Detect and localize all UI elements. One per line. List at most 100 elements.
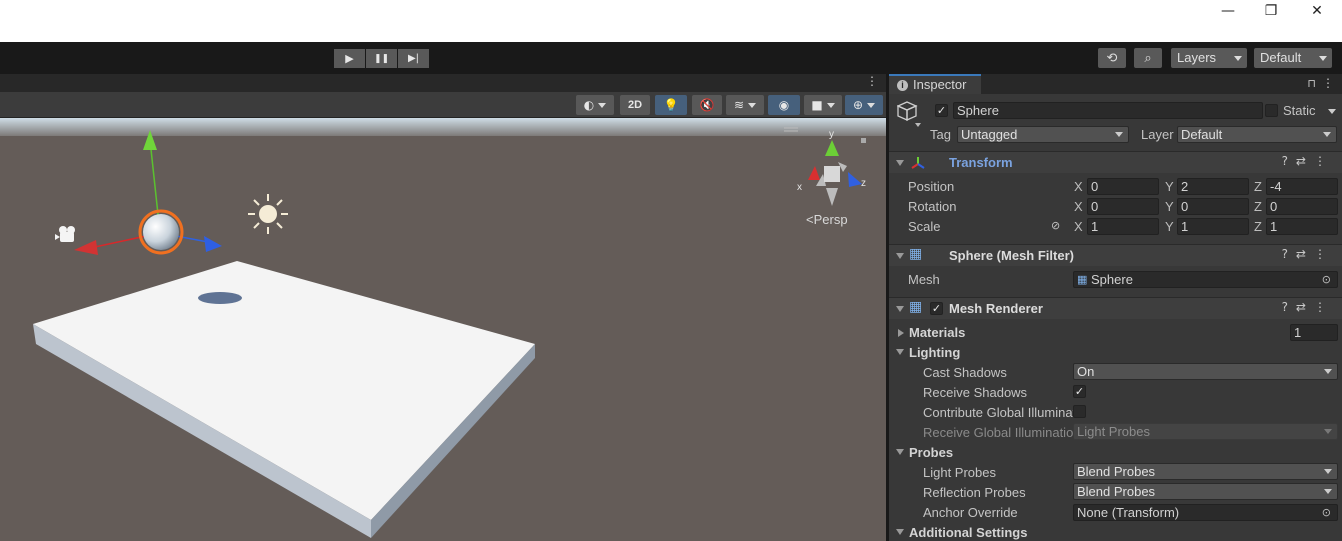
receive-gi-label: Receive Global Illuminatior bbox=[923, 425, 1073, 440]
2d-toggle-button[interactable]: 2D bbox=[620, 95, 650, 115]
component-header-icons[interactable]: ?⇄⋮ bbox=[1282, 154, 1334, 168]
gizmos-button[interactable]: ⊕ bbox=[845, 95, 883, 115]
position-z-field[interactable]: -4 bbox=[1266, 178, 1338, 195]
chevron-down-icon bbox=[1234, 56, 1242, 61]
maximize-icon[interactable]: ❐ bbox=[1248, 0, 1294, 22]
gizmo-x-label: x bbox=[797, 182, 802, 193]
reflection-probes-dropdown[interactable]: Blend Probes bbox=[1073, 483, 1338, 500]
chevron-down-icon bbox=[1324, 489, 1332, 494]
materials-count-field[interactable]: 1 bbox=[1290, 324, 1338, 341]
transform-title: Transform bbox=[949, 155, 1013, 170]
chevron-down-icon bbox=[1324, 429, 1332, 434]
scale-x-field[interactable]: 1 bbox=[1087, 218, 1159, 235]
receive-shadows-label: Receive Shadows bbox=[923, 385, 1028, 400]
rotation-label: Rotation bbox=[908, 199, 957, 214]
rotation-y-field[interactable]: 0 bbox=[1177, 198, 1249, 215]
minimize-icon[interactable]: — bbox=[1205, 0, 1251, 22]
active-checkbox[interactable]: ✓ bbox=[935, 104, 948, 117]
mesh-filter-title: Sphere (Mesh Filter) bbox=[949, 248, 1074, 263]
light-probes-label: Light Probes bbox=[923, 465, 996, 480]
tab-inspector-label: Inspector bbox=[913, 77, 967, 92]
transform-axes-icon bbox=[911, 157, 925, 169]
scene-menu-icon[interactable]: ⋮ bbox=[866, 74, 878, 88]
rotation-x-field[interactable]: 0 bbox=[1087, 198, 1159, 215]
component-header-icons[interactable]: ?⇄⋮ bbox=[1282, 300, 1334, 314]
lock-icon[interactable]: ⊓ bbox=[1307, 77, 1316, 90]
axis-y-label: Y bbox=[1165, 199, 1174, 214]
sun-icon[interactable] bbox=[248, 194, 288, 234]
tag-value: Untagged bbox=[961, 127, 1018, 142]
contribute-gi-checkbox[interactable] bbox=[1073, 405, 1086, 418]
layers-dropdown[interactable]: Layers bbox=[1171, 48, 1247, 68]
projection-label[interactable]: <Persp bbox=[806, 212, 848, 227]
tab-inspector[interactable]: i Inspector bbox=[889, 74, 981, 94]
gizmo-lock-icon[interactable] bbox=[861, 138, 866, 143]
sphere-object[interactable] bbox=[143, 214, 179, 250]
anchor-override-field[interactable]: None (Transform) ⊙ bbox=[1073, 504, 1338, 521]
scene-visibility-button[interactable]: ◉ bbox=[768, 95, 800, 115]
position-x-field[interactable]: 0 bbox=[1087, 178, 1159, 195]
object-picker-icon[interactable]: ⊙ bbox=[1322, 505, 1331, 520]
static-checkbox[interactable] bbox=[1265, 104, 1278, 117]
mesh-renderer-header[interactable]: ▦ ✓ Mesh Renderer ?⇄⋮ bbox=[889, 297, 1342, 319]
history-button[interactable]: ⟲ bbox=[1098, 48, 1126, 68]
lighting-foldout-icon[interactable] bbox=[896, 349, 904, 355]
component-header-icons[interactable]: ?⇄⋮ bbox=[1282, 247, 1334, 261]
search-button[interactable]: ⌕ bbox=[1134, 48, 1162, 68]
layer-value: Default bbox=[1181, 127, 1223, 142]
materials-foldout-icon[interactable] bbox=[898, 329, 904, 337]
rotation-z-field[interactable]: 0 bbox=[1266, 198, 1338, 215]
camera-settings-button[interactable]: ■ bbox=[804, 95, 842, 115]
materials-label[interactable]: Materials bbox=[909, 325, 965, 340]
gameobject-cube-icon[interactable] bbox=[897, 100, 923, 128]
static-label: Static bbox=[1283, 103, 1316, 118]
close-icon[interactable]: ✕ bbox=[1294, 0, 1340, 22]
transform-header[interactable]: Transform ?⇄⋮ bbox=[889, 151, 1342, 173]
layer-dropdown[interactable]: Default bbox=[1177, 126, 1337, 143]
sphere-shadow bbox=[198, 292, 242, 304]
scale-link-icon[interactable]: ⊘ bbox=[1051, 219, 1060, 232]
reflection-probes-label: Reflection Probes bbox=[923, 485, 1026, 500]
mesh-filter-header[interactable]: ▦ Sphere (Mesh Filter) ?⇄⋮ bbox=[889, 244, 1342, 266]
tag-dropdown[interactable]: Untagged bbox=[957, 126, 1129, 143]
mesh-grid-icon: ▦ bbox=[909, 246, 923, 262]
info-icon: i bbox=[897, 80, 908, 91]
play-button[interactable]: ▶ bbox=[334, 49, 365, 68]
draw-mode-button[interactable]: ◐ bbox=[576, 95, 614, 115]
additional-settings-label[interactable]: Additional Settings bbox=[909, 525, 1027, 540]
cast-shadows-dropdown[interactable]: On bbox=[1073, 363, 1338, 380]
layers-dropdown-label: Layers bbox=[1177, 50, 1217, 65]
inspector-menu-icon[interactable]: ⋮ bbox=[1322, 76, 1334, 90]
history-icon: ⟲ bbox=[1106, 50, 1118, 66]
object-name-field[interactable]: Sphere bbox=[953, 102, 1263, 119]
axis-z-label: Z bbox=[1254, 179, 1262, 194]
lighting-toggle-button[interactable]: 💡 bbox=[655, 95, 687, 115]
additional-settings-foldout-icon[interactable] bbox=[896, 529, 904, 535]
audio-toggle-button[interactable]: 🔇 bbox=[692, 95, 722, 115]
position-y-field[interactable]: 2 bbox=[1177, 178, 1249, 195]
pause-button[interactable]: ❚❚ bbox=[366, 49, 397, 68]
receive-gi-dropdown: Light Probes bbox=[1073, 423, 1338, 440]
chevron-down-icon bbox=[1115, 132, 1123, 137]
scale-z-field[interactable]: 1 bbox=[1266, 218, 1338, 235]
receive-shadows-checkbox[interactable]: ✓ bbox=[1073, 385, 1086, 398]
mesh-renderer-enabled-checkbox[interactable]: ✓ bbox=[930, 302, 943, 315]
window-titlebar: — ❐ ✕ bbox=[0, 0, 1342, 42]
mesh-object-field[interactable]: ▦ Sphere ⊙ bbox=[1073, 271, 1338, 288]
static-dropdown-chevron-down-icon[interactable] bbox=[1328, 109, 1336, 114]
effects-toggle-button[interactable]: ≋ bbox=[726, 95, 764, 115]
axis-x-label: X bbox=[1074, 219, 1083, 234]
lighting-label[interactable]: Lighting bbox=[909, 345, 960, 360]
object-picker-icon[interactable]: ⊙ bbox=[1322, 272, 1331, 287]
light-probes-dropdown[interactable]: Blend Probes bbox=[1073, 463, 1338, 480]
play-icon: ▶ bbox=[345, 52, 354, 65]
layout-dropdown[interactable]: Default bbox=[1254, 48, 1332, 68]
probes-foldout-icon[interactable] bbox=[896, 449, 904, 455]
step-button[interactable]: ▶| bbox=[398, 49, 429, 68]
scene-viewport[interactable]: y x z <Persp bbox=[0, 118, 886, 541]
audio-mute-icon: 🔇 bbox=[699, 98, 715, 112]
scale-y-field[interactable]: 1 bbox=[1177, 218, 1249, 235]
probes-label[interactable]: Probes bbox=[909, 445, 953, 460]
position-label: Position bbox=[908, 179, 955, 194]
pause-icon: ❚❚ bbox=[373, 53, 390, 64]
